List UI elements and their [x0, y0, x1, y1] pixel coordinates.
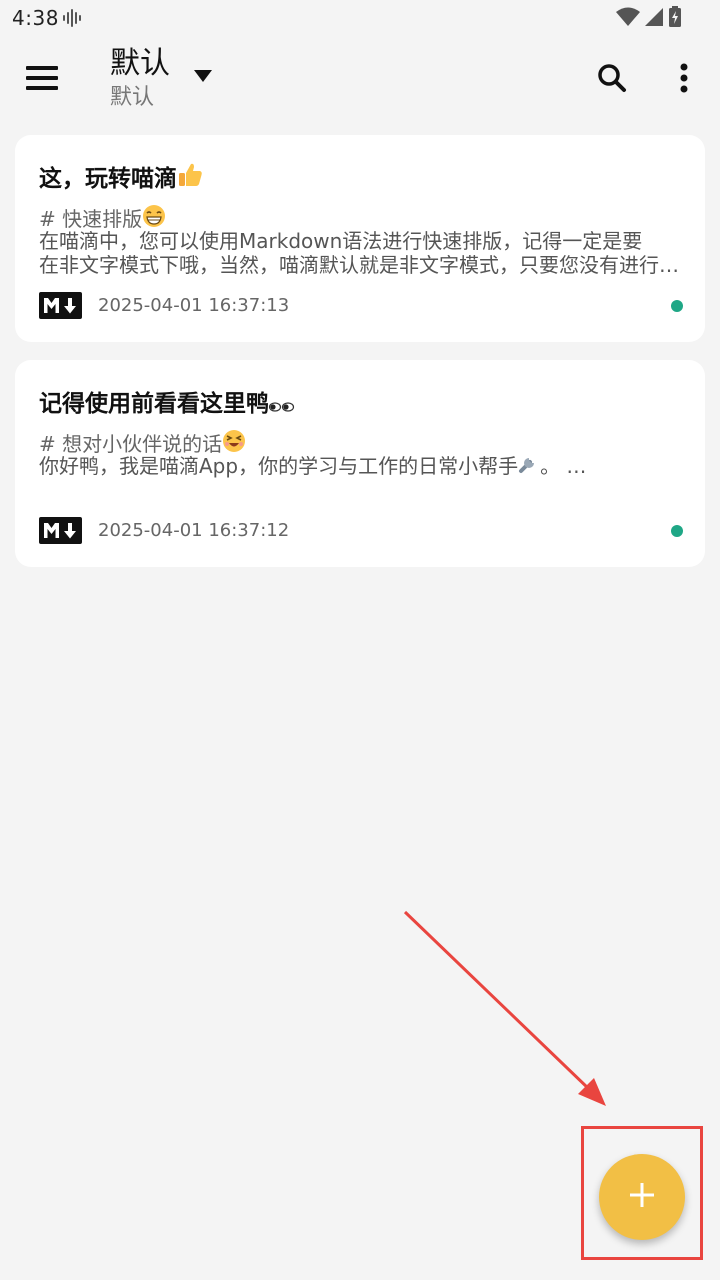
more-vert-icon — [679, 63, 689, 97]
notebook-title-block[interactable]: 默认 默认 — [110, 44, 170, 112]
add-note-button[interactable] — [599, 1154, 685, 1240]
note-preview-line: 在喵滴中，您可以使用Markdown语法进行快速排版，记得一定是要 — [39, 229, 643, 253]
sound-wave-icon — [62, 8, 84, 32]
sync-status-dot — [671, 525, 683, 537]
markdown-icon — [39, 517, 82, 544]
menu-button[interactable] — [22, 60, 62, 100]
note-preview: 在喵滴中，您可以使用Markdown语法进行快速排版，记得一定是要 在非文字模式… — [39, 229, 685, 277]
note-card[interactable]: 这，玩转喵滴 # 快速排版 在喵滴中，您可以使用Markdown语法进行快速排版… — [15, 135, 705, 342]
menu-icon — [26, 65, 58, 95]
page-subtitle: 默认 — [110, 85, 155, 110]
wrench-icon — [518, 454, 540, 479]
cell-signal-icon — [644, 7, 664, 31]
search-icon — [597, 63, 627, 97]
app-bar: 默认 默认 — [0, 36, 720, 120]
status-icons — [616, 6, 682, 32]
note-card[interactable]: 记得使用前看看这里鸭 # 想对小伙伴说的话 你好鸭，我是喵滴App，你的学习与工… — [15, 360, 705, 567]
note-date: 2025-04-01 16:37:12 — [98, 520, 290, 541]
search-button[interactable] — [592, 60, 632, 100]
sync-status-dot — [671, 300, 683, 312]
status-time: 4:38 — [12, 6, 59, 30]
note-date: 2025-04-01 16:37:13 — [98, 295, 290, 316]
markdown-icon — [39, 292, 82, 319]
notebook-dropdown-button[interactable] — [190, 66, 216, 88]
note-preview-line: 你好鸭，我是喵滴App，你的学习与工作的日常小帮手 。 … — [39, 454, 685, 481]
page-title: 默认 — [110, 46, 170, 81]
battery-icon — [668, 6, 682, 32]
wifi-icon — [616, 7, 640, 31]
note-preview-line: 在非文字模式下哦，当然，喵滴默认就是非文字模式，只要您没有进行过修改的话 — [39, 253, 685, 277]
note-tag-text: # 想对小伙伴说的话 — [39, 432, 223, 456]
status-bar: 4:38 — [0, 0, 720, 36]
thumbs-up-icon — [177, 162, 203, 194]
dropdown-triangle-icon — [193, 68, 213, 87]
note-title-text: 这，玩转喵滴 — [39, 166, 177, 192]
note-title: 记得使用前看看这里鸭 — [39, 384, 295, 418]
note-title-text: 记得使用前看看这里鸭 — [39, 391, 269, 417]
note-preview: 你好鸭，我是喵滴App，你的学习与工作的日常小帮手 。 … — [39, 454, 685, 481]
note-preview-text: 你好鸭，我是喵滴App，你的学习与工作的日常小帮手 — [39, 454, 519, 478]
more-options-button[interactable] — [664, 60, 704, 100]
eyes-icon — [268, 394, 295, 420]
note-title: 这，玩转喵滴 — [39, 159, 203, 196]
note-preview-suffix: 。 … — [540, 454, 587, 478]
note-tag-text: # 快速排版 — [39, 207, 143, 231]
plus-icon — [629, 1182, 655, 1212]
